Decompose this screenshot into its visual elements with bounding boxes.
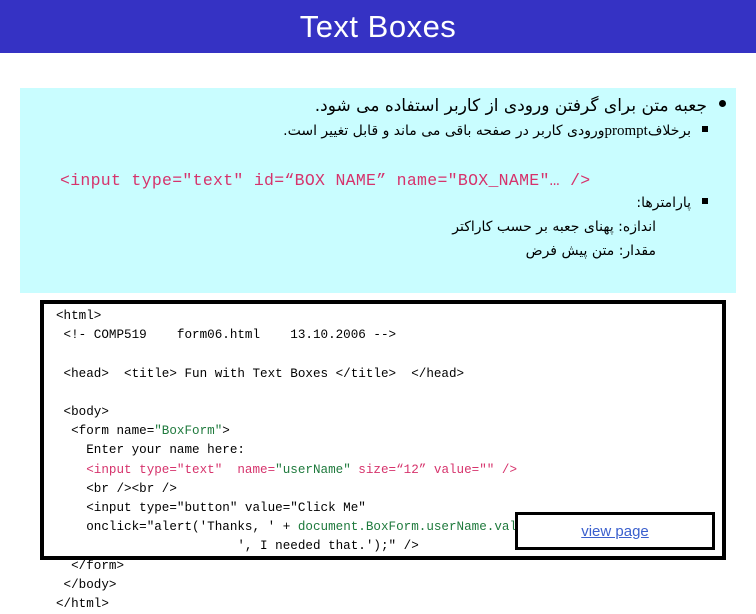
bullet-text-secondary-before: برخلاف xyxy=(647,123,691,139)
bullet-text-primary: جعبه متن برای گرفتن ورودی از کاربر استفا… xyxy=(314,96,707,116)
code-listing-text: <html> <!- COMP519 form06.html 13.10.200… xyxy=(56,309,547,612)
content-panel: جعبه متن برای گرفتن ورودی از کاربر استفا… xyxy=(20,88,736,293)
parameters-label: پارامترها: xyxy=(636,195,691,211)
inline-code-prompt: prompt xyxy=(604,123,648,139)
view-page-link[interactable]: view page xyxy=(581,523,649,540)
parameter-size-text: اندازه: پهنای جعبه بر حسب کاراکتر xyxy=(452,219,656,235)
square-bullet-icon xyxy=(702,198,708,204)
bullet-item-secondary: برخلافpromptورودی کاربر در صفحه باقی می … xyxy=(283,123,708,140)
round-bullet-icon xyxy=(719,100,726,107)
slide-title-bar: Text Boxes xyxy=(0,0,756,53)
view-page-button[interactable]: view page xyxy=(515,512,715,550)
square-bullet-icon xyxy=(702,126,708,132)
inline-code-snippet: <input type="text" id=“BOX NAME” name="B… xyxy=(60,171,591,190)
bullet-item-primary: جعبه متن برای گرفتن ورودی از کاربر استفا… xyxy=(315,96,726,116)
parameters-label-item: پارامترها: xyxy=(636,195,708,211)
page-title: Text Boxes xyxy=(299,9,457,44)
parameter-value-text: مقدار: متن پیش فرض xyxy=(525,243,656,259)
bullet-text-secondary-after: ورودی کاربر در صفحه باقی می ماند و قابل … xyxy=(283,123,605,139)
